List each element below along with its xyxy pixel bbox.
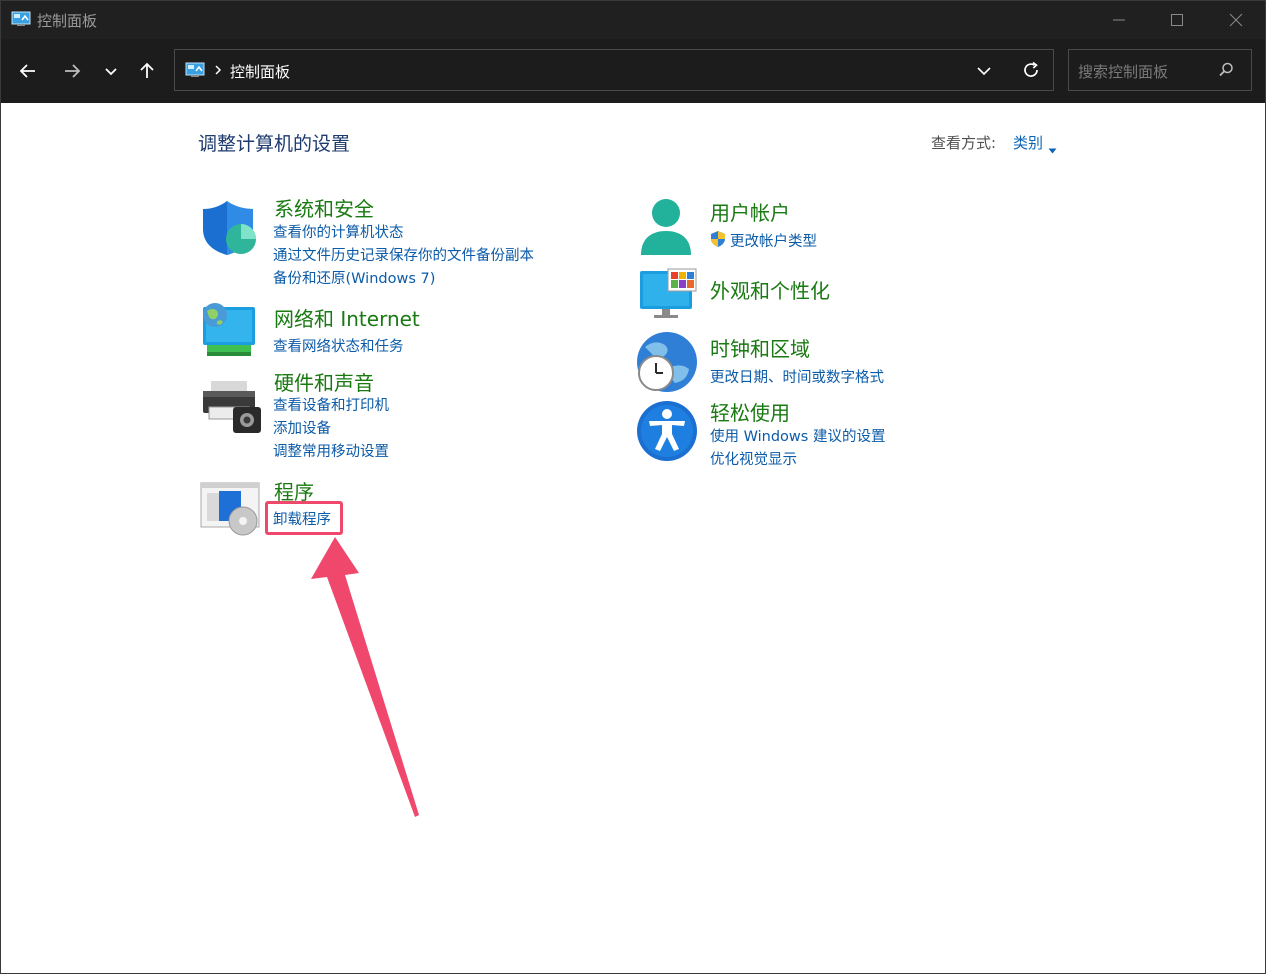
minimize-button[interactable] (1096, 5, 1142, 35)
link-change-date-time-format[interactable]: 更改日期、时间或数字格式 (710, 366, 884, 387)
refresh-button[interactable] (1021, 60, 1041, 84)
maximize-button[interactable] (1154, 5, 1200, 35)
content-area: 调整计算机的设置 查看方式: 类别 系统和安全 查看你的计算机状态 通过文件历史… (1, 103, 1265, 973)
link-mobility-settings[interactable]: 调整常用移动设置 (273, 440, 389, 461)
recent-locations-button[interactable] (99, 59, 125, 83)
forward-button[interactable] (60, 59, 86, 83)
chevron-down-icon (105, 68, 117, 76)
navigation-toolbar: 控制面板 搜索控制面板 (1, 39, 1265, 103)
programs-icon[interactable] (199, 481, 261, 541)
close-button[interactable] (1213, 5, 1259, 35)
link-devices-printers[interactable]: 查看设备和打印机 (273, 394, 389, 415)
link-add-device[interactable]: 添加设备 (273, 417, 331, 438)
clock-globe-icon[interactable] (635, 331, 699, 399)
link-change-account-type[interactable]: 更改帐户类型 (730, 230, 817, 251)
link-view-network-status[interactable]: 查看网络状态和任务 (273, 335, 404, 356)
arrow-right-icon (65, 64, 81, 78)
maximize-icon (1171, 14, 1183, 26)
accessibility-icon[interactable] (635, 399, 699, 467)
link-backup-restore[interactable]: 备份和还原(Windows 7) (273, 267, 435, 288)
user-icon[interactable] (637, 197, 697, 263)
window-title: 控制面板 (37, 12, 98, 30)
link-optimize-visual-display[interactable]: 优化视觉显示 (710, 448, 797, 469)
view-by-label: 查看方式: (931, 134, 997, 152)
refresh-icon (1024, 61, 1038, 77)
control-panel-window: 控制面板 控制面板 搜索控制面板 调整计算机的设置 查看方式: 类别 系统和安全… (0, 0, 1266, 974)
annotation-arrow (311, 537, 419, 817)
close-icon (1229, 13, 1243, 27)
back-button[interactable] (16, 59, 42, 83)
up-button[interactable] (135, 59, 161, 83)
category-title-appearance[interactable]: 外观和个性化 (710, 275, 830, 304)
search-input[interactable]: 搜索控制面板 (1078, 61, 1168, 82)
monitor-icon[interactable] (638, 267, 698, 327)
category-title-ease-of-access[interactable]: 轻松使用 (710, 397, 790, 426)
shield-icon[interactable] (201, 199, 259, 261)
dropdown-caret-icon[interactable] (1048, 139, 1057, 158)
chevron-down-icon (977, 67, 991, 76)
breadcrumb-separator-icon (213, 62, 223, 82)
category-title-user-accounts[interactable]: 用户帐户 (710, 197, 790, 226)
category-title-network[interactable]: 网络和 Internet (274, 303, 420, 332)
category-title-system-security[interactable]: 系统和安全 (274, 193, 374, 222)
page-title: 调整计算机的设置 (198, 133, 351, 155)
link-recommended-settings[interactable]: 使用 Windows 建议的设置 (710, 425, 885, 446)
view-by-dropdown[interactable]: 类别 (1013, 132, 1043, 153)
search-icon[interactable] (1217, 61, 1235, 83)
link-view-computer-status[interactable]: 查看你的计算机状态 (273, 221, 404, 242)
category-title-clock-region[interactable]: 时钟和区域 (710, 333, 810, 362)
highlight-box (265, 501, 343, 535)
uac-shield-icon (709, 230, 727, 252)
search-box[interactable]: 搜索控制面板 (1068, 49, 1252, 91)
minimize-icon (1113, 19, 1125, 21)
address-dropdown-button[interactable] (975, 63, 993, 83)
link-file-history-backup[interactable]: 通过文件历史记录保存你的文件备份副本 (273, 244, 534, 265)
address-bar[interactable]: 控制面板 (174, 49, 1054, 91)
network-globe-icon[interactable] (199, 301, 259, 365)
arrow-up-icon (140, 62, 154, 78)
control-panel-icon (185, 62, 205, 82)
category-title-hardware-sound[interactable]: 硬件和声音 (274, 367, 374, 396)
title-bar: 控制面板 (1, 1, 1265, 39)
arrow-left-icon (19, 64, 35, 78)
breadcrumb[interactable]: 控制面板 (230, 61, 290, 82)
printer-icon[interactable] (201, 379, 263, 439)
control-panel-icon (11, 11, 31, 31)
